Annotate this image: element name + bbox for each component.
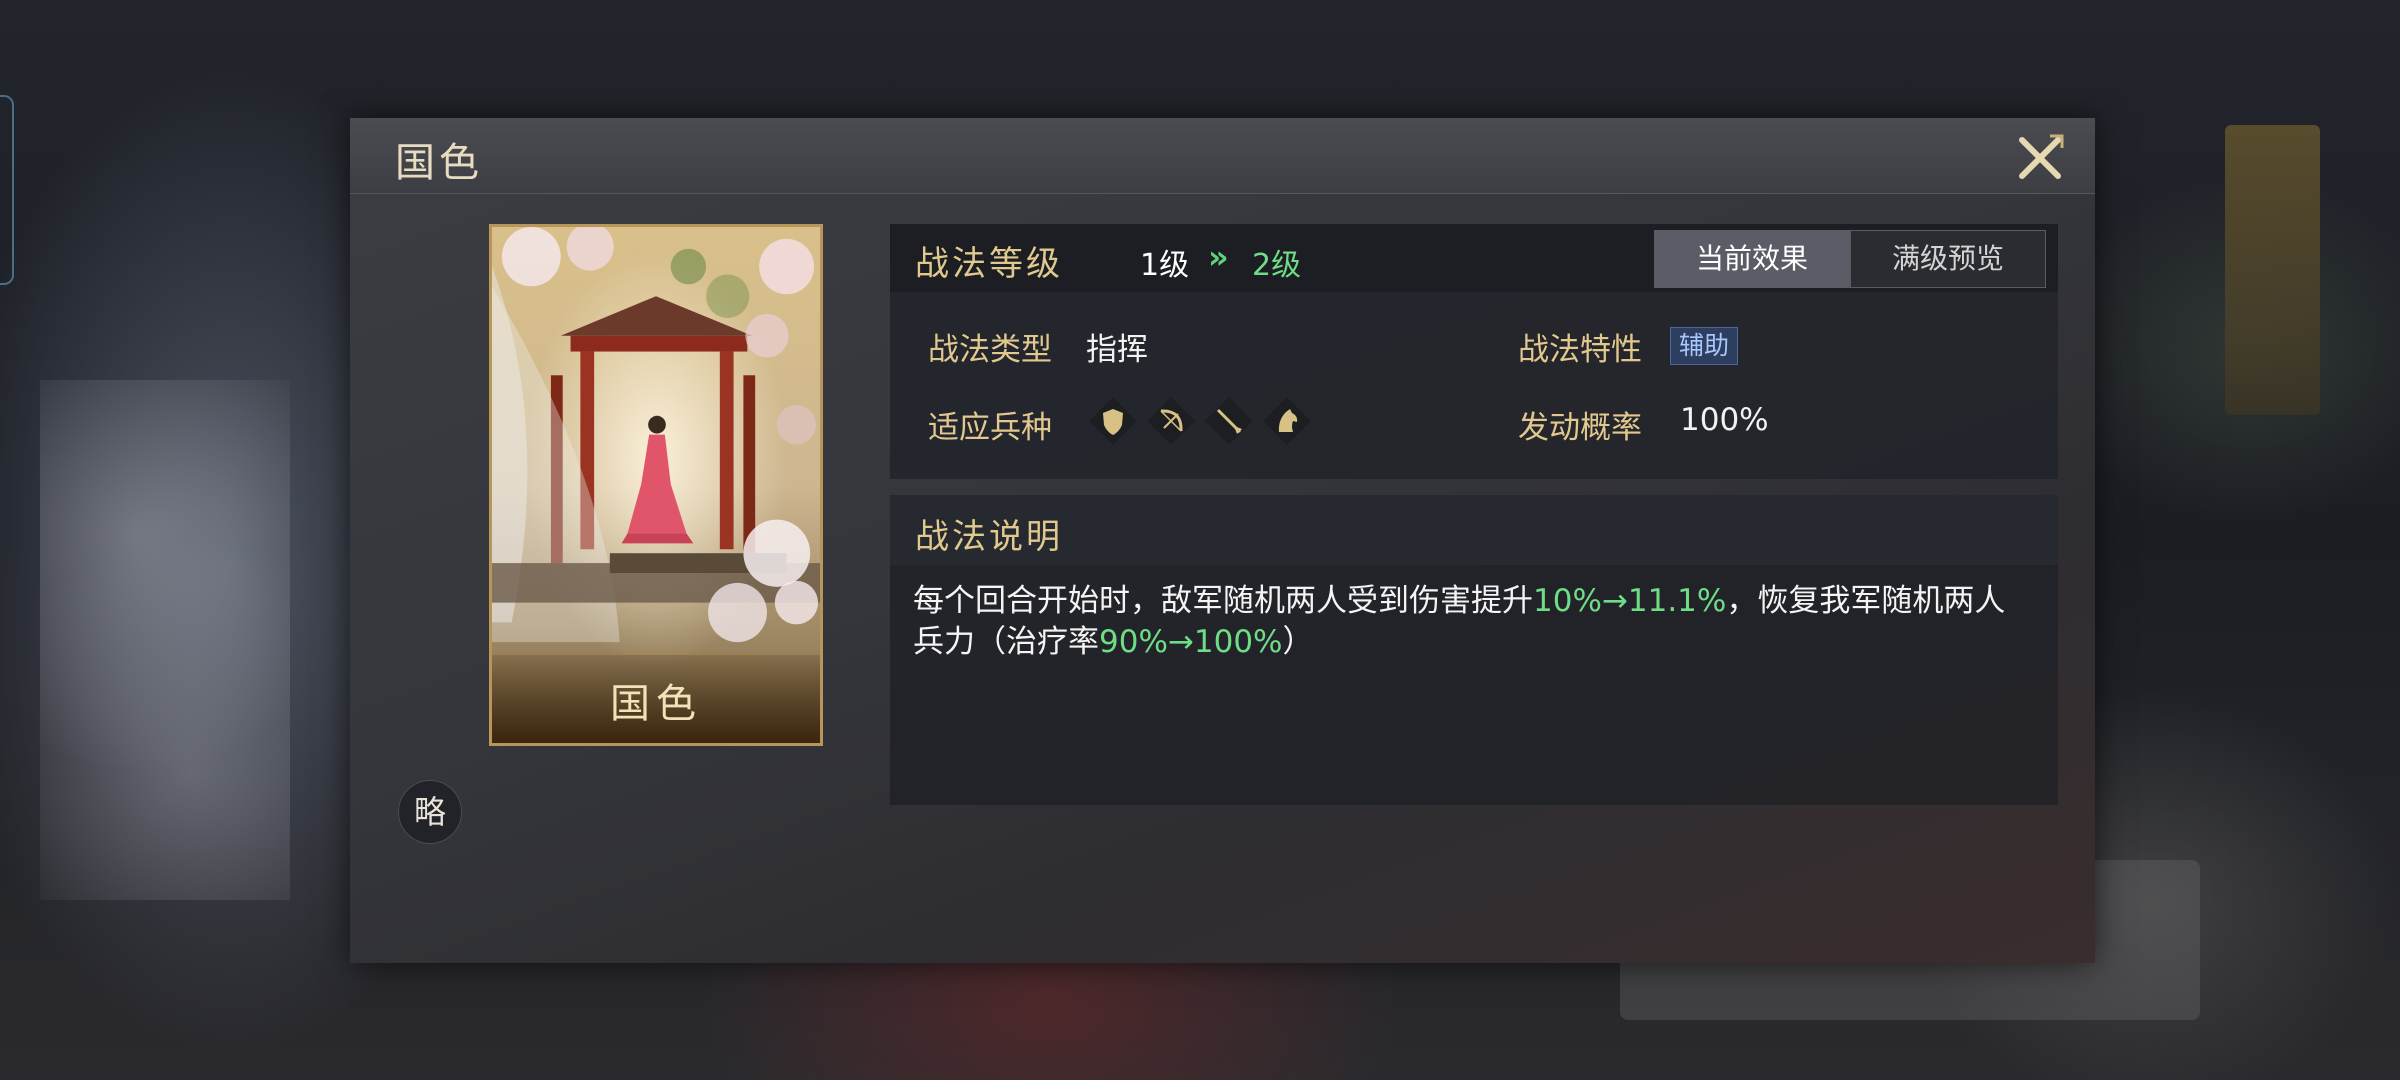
description-header: 战法说明: [890, 495, 2058, 565]
close-x-icon: [2019, 134, 2064, 179]
tab-max-level-preview[interactable]: 满级预览: [1850, 230, 2046, 288]
shield-icon: [1088, 396, 1138, 446]
strategy-tag-badge: 略: [398, 780, 462, 844]
level-to: 2级: [1252, 248, 1302, 283]
modal-title: 国色: [395, 140, 483, 186]
background-side-tab: [0, 95, 14, 285]
description-segment: ）: [1282, 624, 1314, 660]
skill-detail-modal: 国色 国色 略 战法等级 1级 » 2级 当前效果 满级预览 战法类型 指挥 战…: [350, 118, 2095, 963]
skill-type-label: 战法类型: [928, 332, 1052, 368]
description-text: 每个回合开始时，敌军随机两人受到伤害提升10%→11.1%，恢复我军随机两人兵力…: [913, 581, 2033, 663]
skill-trait-badge: 辅助: [1670, 327, 1739, 365]
level-title: 战法等级: [915, 244, 1063, 284]
close-button[interactable]: [2010, 128, 2070, 188]
horse-icon: [1262, 396, 1312, 446]
description-highlight-damage: 10%→11.1%: [1533, 583, 1727, 619]
level-bar: 战法等级 1级 » 2级 当前效果 满级预览: [890, 224, 2058, 292]
background-blossoms: [40, 380, 290, 900]
skill-description-panel: 战法说明 每个回合开始时，敌军随机两人受到伤害提升10%→11.1%，恢复我军随…: [890, 495, 2058, 805]
background-right-strip: [2225, 125, 2320, 415]
tab-current-effect[interactable]: 当前效果: [1654, 230, 1850, 288]
description-highlight-heal: 90%→100%: [1099, 624, 1283, 660]
skill-type-value: 指挥: [1086, 332, 1148, 368]
card-name-plate: 国色: [492, 655, 820, 743]
bow-icon: [1146, 396, 1196, 446]
spear-icon: [1204, 396, 1254, 446]
double-chevron-icon: »: [1208, 238, 1229, 276]
description-title: 战法说明: [915, 517, 1063, 557]
skill-info-panel: 战法等级 1级 » 2级 当前效果 满级预览 战法类型 指挥 战法特性 辅助 适…: [890, 224, 2058, 479]
troop-types-label: 适应兵种: [928, 410, 1052, 446]
trigger-chance-value: 100%: [1680, 402, 1769, 438]
description-segment: 每个回合开始时，敌军随机两人受到伤害提升: [913, 583, 1533, 619]
trigger-chance-label: 发动概率: [1518, 410, 1642, 446]
skill-card: 国色: [489, 224, 823, 746]
card-name: 国色: [610, 681, 702, 727]
skill-trait-label: 战法特性: [1518, 332, 1642, 368]
level-from: 1级: [1140, 248, 1190, 283]
modal-header: 国色: [350, 118, 2095, 194]
